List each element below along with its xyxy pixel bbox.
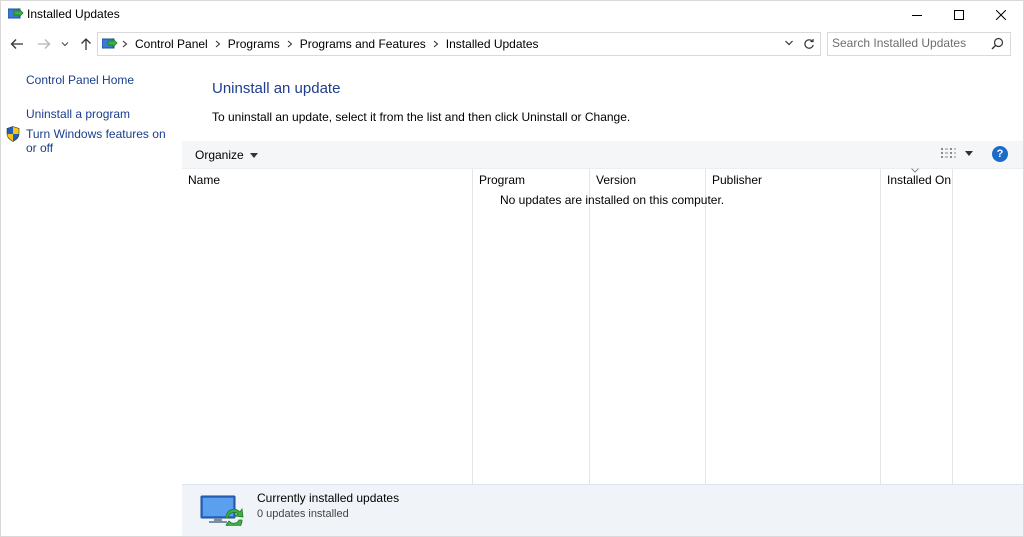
shield-icon [6, 126, 20, 142]
maximize-icon [953, 10, 964, 20]
maximize-button[interactable] [936, 1, 981, 29]
search-icon[interactable] [991, 37, 1004, 50]
details-count: 0 updates installed [257, 508, 349, 520]
details-title: Currently installed updates [257, 491, 400, 505]
details-pane: Currently installed updates 0 updates in… [182, 484, 1023, 536]
back-button[interactable] [8, 34, 26, 54]
search-box[interactable] [827, 32, 1011, 56]
command-toolbar: Organize ? [182, 141, 1023, 169]
page-title: Uninstall an update [212, 80, 341, 97]
up-button[interactable] [78, 34, 94, 54]
close-button[interactable] [978, 1, 1023, 29]
chevron-right-icon[interactable] [211, 40, 225, 48]
column-header-publisher[interactable]: Publisher [706, 169, 880, 191]
empty-list-message: No updates are installed on this compute… [500, 193, 725, 207]
column-header-version[interactable]: Version [590, 169, 705, 191]
window-title: Installed Updates [27, 7, 120, 21]
forward-arrow-icon [38, 39, 51, 49]
minimize-button[interactable] [894, 1, 939, 29]
control-panel-icon [102, 38, 118, 49]
back-arrow-icon [10, 39, 23, 49]
uninstall-program-link[interactable]: Uninstall a program [26, 107, 130, 121]
breadcrumb: Control Panel Programs Programs and Feat… [118, 33, 542, 55]
organize-label: Organize [195, 148, 244, 162]
explorer-window: Installed Updates Control Panel Programs… [0, 0, 1024, 537]
refresh-button[interactable] [798, 32, 821, 56]
chevron-right-icon[interactable] [118, 40, 132, 48]
updates-list: Name Program Version Publisher Installed… [182, 168, 1023, 484]
column-divider[interactable] [589, 169, 590, 484]
dropdown-icon[interactable] [784, 38, 794, 48]
column-header-name[interactable]: Name [182, 169, 472, 191]
column-divider[interactable] [705, 169, 706, 484]
breadcrumb-installed-updates[interactable]: Installed Updates [443, 37, 542, 51]
tasks-pane: Control Panel Home Uninstall a program T… [1, 61, 181, 536]
view-options-icon [941, 148, 956, 158]
chevron-right-icon[interactable] [283, 40, 297, 48]
title-bar: Installed Updates [1, 1, 1023, 29]
refresh-icon [804, 39, 814, 49]
breadcrumb-programs-and-features[interactable]: Programs and Features [297, 37, 429, 51]
windows-features-link[interactable]: Turn Windows features on or off [26, 127, 176, 155]
recent-chevron-icon [61, 42, 69, 47]
organize-button[interactable]: Organize [195, 148, 258, 162]
chevron-right-icon[interactable] [429, 40, 443, 48]
minimize-icon [911, 15, 922, 16]
page-instructions: To uninstall an update, select it from t… [212, 110, 631, 124]
up-arrow-icon [81, 38, 91, 50]
breadcrumb-control-panel[interactable]: Control Panel [132, 37, 211, 51]
search-input[interactable] [832, 36, 982, 50]
column-divider[interactable] [952, 169, 953, 484]
updates-monitor-icon [200, 495, 244, 526]
column-divider[interactable] [880, 169, 881, 484]
help-icon[interactable]: ? [992, 146, 1008, 162]
dropdown-icon [249, 152, 258, 158]
close-icon [995, 10, 1006, 20]
view-options-button[interactable] [940, 147, 956, 159]
forward-button[interactable] [35, 34, 53, 54]
dropdown-icon[interactable] [965, 151, 973, 156]
column-header-program[interactable]: Program [473, 169, 589, 191]
control-panel-home-link[interactable]: Control Panel Home [26, 73, 134, 87]
recent-locations-button[interactable] [59, 34, 71, 54]
navigation-bar: Control Panel Programs Programs and Feat… [1, 31, 1023, 57]
control-panel-icon [8, 8, 24, 19]
breadcrumb-programs[interactable]: Programs [225, 37, 283, 51]
column-divider[interactable] [472, 169, 473, 484]
address-bar[interactable]: Control Panel Programs Programs and Feat… [97, 32, 799, 56]
column-header-installed-on[interactable]: Installed On [881, 168, 952, 191]
